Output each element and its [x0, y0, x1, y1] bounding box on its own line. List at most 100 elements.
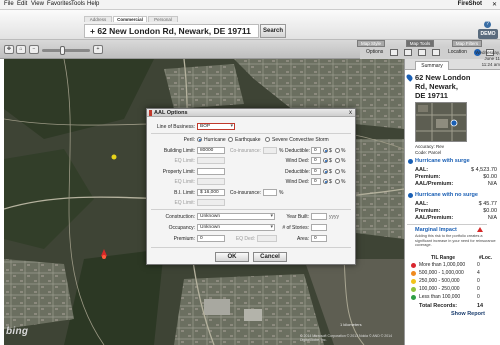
code-text: Code: Parcel: [415, 150, 442, 155]
construction-label: Construction:: [165, 214, 195, 220]
warning-icon: [477, 227, 483, 232]
menu-view[interactable]: View: [31, 1, 44, 7]
menu-help[interactable]: Help: [87, 1, 99, 7]
line-of-business-select[interactable]: BOP: [197, 123, 235, 130]
area-input[interactable]: 0: [311, 235, 327, 242]
wind-ded-percent-radio[interactable]: [335, 158, 340, 163]
address-text: 62 New London Rd, Newark, DE 19711: [97, 26, 251, 36]
deductible-property-input[interactable]: 0: [311, 168, 321, 175]
pan-icon[interactable]: ✥: [4, 45, 14, 54]
close-icon[interactable]: ✕: [492, 1, 497, 8]
peril-earthquake-radio[interactable]: [228, 137, 233, 142]
area-label: Area:: [297, 236, 309, 242]
deductible-property-percent-radio[interactable]: [335, 169, 340, 174]
wind-ded-2-dollar-radio[interactable]: [323, 179, 328, 184]
deductible-building-input[interactable]: 0: [311, 147, 321, 154]
hurricane-icon: [408, 159, 413, 164]
premium-input[interactable]: 0: [197, 235, 225, 242]
tab-map-tools[interactable]: Map Tools: [406, 40, 434, 47]
deductible-percent-radio[interactable]: [335, 148, 340, 153]
eq-ded-label: EQ Ded:: [235, 236, 255, 242]
menu-tools[interactable]: Tools: [71, 1, 85, 7]
map-toolbar: ✥ ⌂ − + Map Style Map Tools Map Filters …: [0, 40, 500, 59]
select-icon[interactable]: [418, 49, 426, 56]
hurricane-with-surge-title: Hurricane with surge: [415, 158, 470, 164]
wind-ded-dollar-radio[interactable]: [323, 158, 328, 163]
zoom-in-icon[interactable]: +: [93, 45, 103, 54]
list-item[interactable]: 500,000 - 1,000,000 4: [419, 270, 480, 276]
peril-hurricane-radio[interactable]: [197, 137, 202, 142]
tab-address[interactable]: Address: [84, 16, 112, 22]
total-records-value: 14: [477, 303, 484, 309]
options-label[interactable]: Options: [366, 49, 383, 55]
panel-address: 62 New London Rd, Newark, DE 19711: [415, 73, 495, 100]
address-input[interactable]: + 62 New London Rd, Newark, DE 19711: [84, 24, 259, 38]
property-limit-input[interactable]: [197, 168, 225, 175]
premium-label: Premium:: [415, 208, 441, 214]
premium-label: Premium:: [415, 174, 441, 180]
tab-map-filters[interactable]: Map Filters: [452, 40, 482, 47]
coinsurance-bi-input[interactable]: [263, 189, 277, 196]
deductible-label: Deductible:: [285, 148, 311, 154]
ratio-with-surge: AAL/Premium: N/A: [415, 181, 497, 187]
tab-summary[interactable]: Summary: [415, 61, 449, 70]
menu-file[interactable]: File: [4, 1, 14, 7]
wind-ded-2-percent-radio[interactable]: [335, 179, 340, 184]
deductible-property-dollar-radio[interactable]: [323, 169, 328, 174]
deductible-dollar-radio[interactable]: [323, 148, 328, 153]
menu-edit[interactable]: Edit: [17, 1, 27, 7]
ratio-no-surge: AAL/Premium: N/A: [415, 215, 497, 221]
list-item[interactable]: 250,000 - 500,000 0: [419, 278, 480, 284]
percent-icon: %: [341, 148, 346, 154]
search-button[interactable]: Search: [260, 24, 286, 38]
menu-favorites[interactable]: Favorites: [47, 1, 72, 7]
tab-commercial[interactable]: Commercial: [113, 16, 147, 22]
year-built-input[interactable]: [311, 213, 327, 220]
fireshot-brand[interactable]: FireShot: [458, 1, 482, 7]
close-icon[interactable]: x: [349, 109, 352, 117]
aal-label: AAL:: [415, 201, 429, 207]
legend-dot-lightgreen: [411, 287, 416, 292]
ratio-no-surge-value: N/A: [487, 215, 497, 221]
building-limit-input[interactable]: 80000: [197, 147, 225, 154]
list-item[interactable]: Less than 100,000 0: [419, 294, 480, 300]
legend-dot-orange: [411, 271, 416, 276]
list-item[interactable]: 100,000 - 250,000 0: [419, 286, 480, 292]
wind-ded-input-2[interactable]: 0: [311, 178, 321, 185]
eq-ded-input: [257, 235, 277, 242]
wind-ded-label-2: Wind Ded:: [285, 179, 309, 185]
zoom-slider-handle[interactable]: [60, 46, 65, 55]
bi-limit-input[interactable]: $ 16,000: [197, 189, 225, 196]
stories-input[interactable]: [311, 224, 327, 231]
peril-scs-radio[interactable]: [265, 137, 270, 142]
print-icon[interactable]: [432, 49, 440, 56]
measure-icon[interactable]: [404, 49, 412, 56]
construction-select[interactable]: Unknown: [197, 213, 275, 220]
til-range-label: 500,000 - 1,000,000: [419, 270, 464, 276]
tab-personal[interactable]: Personal: [148, 16, 178, 22]
help-icon[interactable]: ?: [484, 21, 491, 28]
list-item[interactable]: More than 1,000,000 0: [419, 262, 480, 268]
til-range-label: Less than 100,000: [419, 294, 461, 300]
map-marker-yellow: [111, 154, 117, 160]
zoom-out-icon[interactable]: −: [29, 45, 39, 54]
bi-limit-label: B.I. Limit:: [174, 190, 195, 196]
peril-earthquake-label: Earthquake: [235, 137, 261, 143]
zoom-slider[interactable]: [42, 49, 90, 52]
ok-button[interactable]: OK: [215, 252, 249, 262]
layers-icon[interactable]: [390, 49, 398, 56]
show-report-link[interactable]: Show Report: [451, 311, 485, 317]
wind-ded-input-1[interactable]: 0: [311, 157, 321, 164]
til-range-label: 250,000 - 500,000: [419, 278, 460, 284]
eq-limit-input-3: [197, 199, 225, 206]
premium-with-surge-value: $0.00: [483, 174, 497, 180]
coinsurance-label: Co-insurance:: [229, 148, 261, 154]
occupancy-select[interactable]: Unknown: [197, 224, 275, 231]
home-icon[interactable]: ⌂: [16, 45, 26, 54]
aerial-thumbnail[interactable]: [415, 102, 467, 142]
tab-map-style[interactable]: Map Style: [357, 40, 385, 47]
dollar-icon: $: [329, 179, 332, 185]
divider: [151, 133, 351, 134]
cancel-button[interactable]: Cancel: [253, 252, 287, 262]
building-limit-label: Building Limit:: [163, 148, 195, 154]
